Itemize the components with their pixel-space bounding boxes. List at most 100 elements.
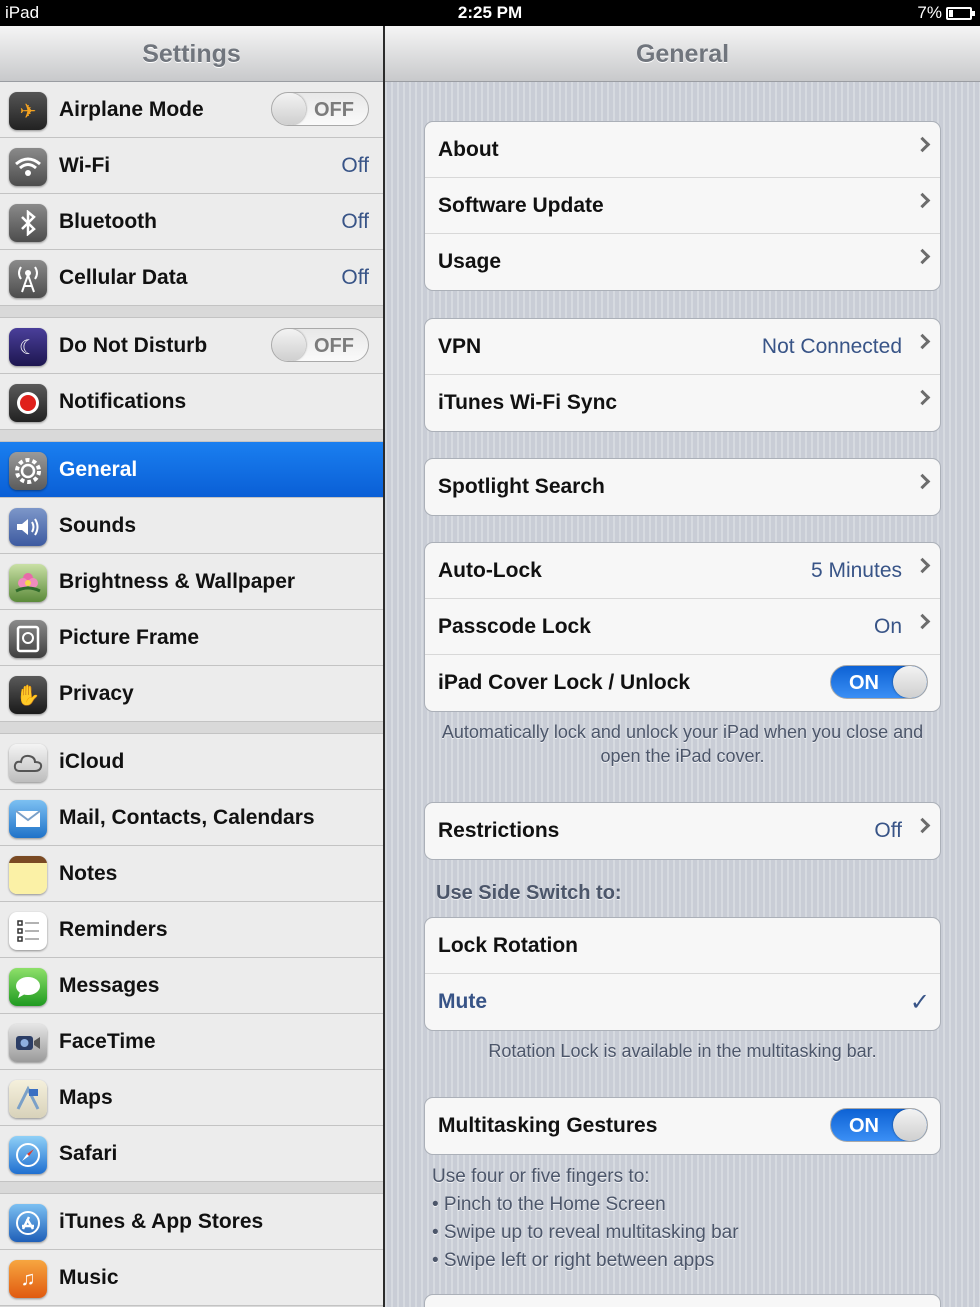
cover-lock-toggle[interactable]: ON <box>830 665 928 699</box>
battery-icon <box>946 6 975 20</box>
sidebar-title: Settings <box>0 26 383 82</box>
side-switch-group: Lock Rotation Mute ✓ <box>424 917 941 1031</box>
sidebar-item-label: Sounds <box>59 513 136 537</box>
cell-label: iTunes Wi-Fi Sync <box>438 391 618 414</box>
auto-lock-cell[interactable]: Auto-Lock 5 Minutes <box>425 543 940 599</box>
sidebar-item-facetime[interactable]: FaceTime <box>0 1014 383 1070</box>
cell-label: Software Update <box>438 193 604 217</box>
moon-icon: ☾ <box>9 328 47 366</box>
lock-rotation-option[interactable]: Lock Rotation <box>425 918 940 974</box>
sidebar-item-mail-contacts-calendars[interactable]: Mail, Contacts, Calendars <box>0 790 383 846</box>
maps-icon <box>9 1080 47 1118</box>
sidebar-item-messages[interactable]: Messages <box>0 958 383 1014</box>
toggle-text: ON <box>849 1115 879 1137</box>
rotation-lock-footer: Rotation Lock is available in the multit… <box>488 1041 877 1061</box>
about-cell[interactable]: About <box>425 122 940 178</box>
bluetooth-icon <box>9 204 47 242</box>
facetime-icon <box>9 1024 47 1062</box>
chevron-right-icon <box>914 389 931 406</box>
cell-label: Restrictions <box>438 819 560 842</box>
chevron-right-icon <box>914 473 931 490</box>
cloud-icon <box>9 744 47 782</box>
cell-label: Usage <box>438 250 502 273</box>
toggle-text: ON <box>849 672 879 694</box>
multitasking-group: Multitasking Gestures ON <box>424 1097 941 1155</box>
sidebar-item-label: Maps <box>59 1085 113 1109</box>
app-store-icon <box>9 1204 47 1242</box>
general-detail-pane: General About Software Update Usage VPN … <box>385 26 980 1307</box>
sidebar-item-picture-frame[interactable]: Picture Frame <box>0 610 383 666</box>
footer-line: Use four or five fingers to: <box>432 1166 650 1187</box>
sidebar-item-wifi[interactable]: Wi-Fi Off <box>0 138 383 194</box>
vpn-group: VPN Not Connected iTunes Wi-Fi Sync <box>424 318 941 432</box>
notifications-icon <box>9 384 47 422</box>
sidebar-item-itunes-app-stores[interactable]: iTunes & App Stores <box>0 1194 383 1250</box>
usage-cell[interactable]: Usage <box>425 234 940 290</box>
sidebar-item-icloud[interactable]: iCloud <box>0 734 383 790</box>
spotlight-group: Spotlight Search <box>424 458 941 516</box>
sidebar-item-notifications[interactable]: Notifications <box>0 374 383 430</box>
auto-lock-value: 5 Minutes <box>810 558 902 582</box>
do-not-disturb-toggle[interactable]: OFF <box>271 328 369 362</box>
itunes-wifi-sync-cell[interactable]: iTunes Wi-Fi Sync <box>425 375 940 431</box>
chevron-right-icon <box>914 817 931 834</box>
sidebar-item-reminders[interactable]: Reminders <box>0 902 383 958</box>
detail-title: General <box>385 26 980 82</box>
lock-group: Auto-Lock 5 Minutes Passcode Lock On iPa… <box>424 542 941 712</box>
vpn-status: Not Connected <box>761 334 902 358</box>
sidebar-item-privacy[interactable]: ✋ Privacy <box>0 666 383 722</box>
cell-label: Auto-Lock <box>438 558 542 582</box>
sidebar-item-cellular-data[interactable]: Cellular Data Off <box>0 250 383 306</box>
sidebar-item-safari[interactable]: Safari <box>0 1126 383 1182</box>
vpn-cell[interactable]: VPN Not Connected <box>425 319 940 375</box>
footer-line: • Swipe left or right between apps <box>432 1250 715 1271</box>
speaker-icon <box>9 508 47 546</box>
airplane-mode-toggle[interactable]: OFF <box>271 92 369 126</box>
chevron-right-icon <box>914 333 931 350</box>
sidebar-item-bluetooth[interactable]: Bluetooth Off <box>0 194 383 250</box>
picture-frame-icon <box>9 620 47 658</box>
sidebar-item-brightness-wallpaper[interactable]: Brightness & Wallpaper <box>0 554 383 610</box>
footer-line: • Pinch to the Home Screen <box>432 1194 666 1215</box>
airplane-icon: ✈ <box>9 92 47 130</box>
chevron-right-icon <box>914 557 931 574</box>
footer-line: • Swipe up to reveal multitasking bar <box>432 1222 739 1243</box>
mute-option[interactable]: Mute ✓ <box>425 974 940 1030</box>
sidebar-item-general[interactable]: General <box>0 442 383 498</box>
restrictions-cell[interactable]: Restrictions Off <box>425 803 940 859</box>
cell-label: iPad Cover Lock / Unlock <box>438 671 691 694</box>
wifi-icon <box>9 148 47 186</box>
flower-icon <box>9 564 47 602</box>
battery-percent: 7% <box>917 3 942 22</box>
toggle-text: OFF <box>314 335 354 357</box>
hand-icon: ✋ <box>9 676 47 714</box>
sidebar-item-value: Off <box>341 209 369 233</box>
cell-label: VPN <box>438 334 482 358</box>
notes-icon <box>9 856 47 894</box>
sidebar-item-label: Notes <box>59 861 118 885</box>
compass-icon <box>9 1136 47 1174</box>
cell-label: About <box>438 137 499 161</box>
passcode-lock-cell[interactable]: Passcode Lock On <box>425 599 940 655</box>
software-update-cell[interactable]: Software Update <box>425 178 940 234</box>
sidebar-item-do-not-disturb[interactable]: ☾ Do Not Disturb OFF <box>0 318 383 374</box>
mail-icon <box>9 800 47 838</box>
cell-label: Multitasking Gestures <box>438 1114 658 1137</box>
sidebar-item-value: Off <box>341 265 369 289</box>
multitasking-gestures-toggle[interactable]: ON <box>830 1108 928 1142</box>
sidebar-item-maps[interactable]: Maps <box>0 1070 383 1126</box>
cell-label: Lock Rotation <box>438 933 578 957</box>
spotlight-search-cell[interactable]: Spotlight Search <box>425 459 940 515</box>
sidebar-item-notes[interactable]: Notes <box>0 846 383 902</box>
messages-icon <box>9 968 47 1006</box>
toggle-text: OFF <box>314 99 354 121</box>
status-bar: iPad 2:25 PM 7% <box>0 0 980 26</box>
sidebar-item-airplane-mode[interactable]: ✈ Airplane Mode OFF <box>0 82 383 138</box>
sidebar-item-value: Off <box>341 153 369 177</box>
sidebar-item-sounds[interactable]: Sounds <box>0 498 383 554</box>
sidebar-item-label: iTunes & App Stores <box>59 1209 264 1233</box>
about-group: About Software Update Usage <box>424 121 941 291</box>
sidebar-item-music[interactable]: ♫ Music <box>0 1250 383 1306</box>
multitasking-gestures-cell: Multitasking Gestures ON <box>425 1098 940 1154</box>
reminders-icon <box>9 912 47 950</box>
